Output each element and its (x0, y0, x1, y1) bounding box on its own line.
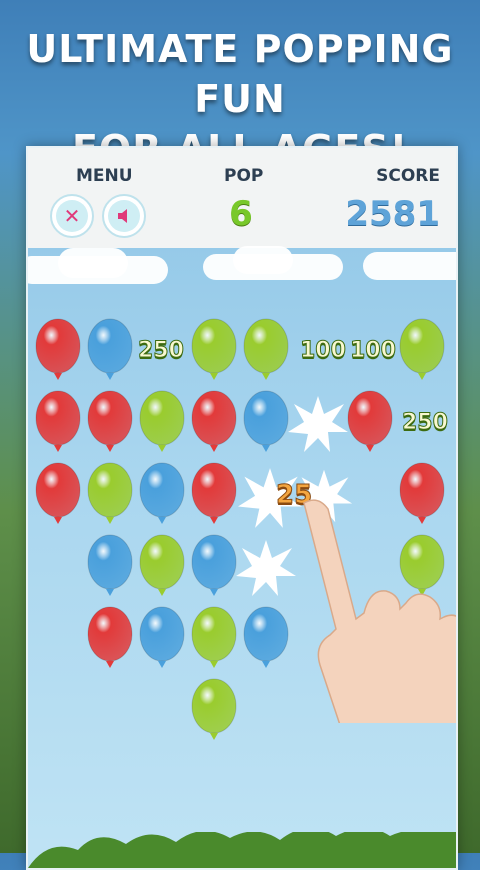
hud-bar: MENU POP SCORE ✕ 6 2581 (28, 148, 456, 248)
menu-label: MENU (76, 166, 133, 186)
balloon[interactable] (242, 606, 290, 674)
close-button[interactable]: ✕ (50, 194, 94, 238)
balloon[interactable] (138, 534, 186, 602)
balloon[interactable] (34, 462, 82, 530)
balloon[interactable] (86, 534, 134, 602)
balloon[interactable] (242, 390, 290, 458)
points-label: 250 (402, 410, 449, 436)
balloon[interactable] (138, 606, 186, 674)
speaker-icon (108, 200, 140, 232)
balloon[interactable] (138, 462, 186, 530)
cloud-band (28, 246, 456, 288)
score-value: 2581 (345, 194, 440, 234)
pop-count: 6 (229, 194, 253, 234)
balloon[interactable] (86, 606, 134, 674)
balloon[interactable] (398, 318, 446, 386)
balloon[interactable] (190, 318, 238, 386)
balloon[interactable] (190, 462, 238, 530)
close-icon: ✕ (56, 200, 88, 232)
balloon[interactable] (242, 318, 290, 386)
hand-pointer (303, 499, 456, 723)
promo-line-1: ULTIMATE POPPING FUN (26, 27, 454, 121)
balloon[interactable] (138, 390, 186, 458)
points-label: 250 (138, 338, 185, 364)
points-label: 100 (350, 338, 397, 364)
balloon[interactable] (346, 390, 394, 458)
points-label: 100 (300, 338, 347, 364)
balloon[interactable] (190, 678, 238, 746)
pop-label: POP (224, 166, 264, 186)
balloon[interactable] (190, 534, 238, 602)
balloon[interactable] (34, 318, 82, 386)
balloon[interactable] (190, 606, 238, 674)
sound-button[interactable] (102, 194, 146, 238)
balloon[interactable] (86, 318, 134, 386)
balloon[interactable] (86, 390, 134, 458)
balloon[interactable] (190, 390, 238, 458)
balloon[interactable] (34, 390, 82, 458)
game-screen: MENU POP SCORE ✕ 6 2581 250 100 100 250 (26, 146, 458, 870)
score-label: SCORE (376, 166, 440, 186)
balloon[interactable] (86, 462, 134, 530)
treeline (28, 832, 456, 868)
pop-burst (288, 396, 348, 452)
